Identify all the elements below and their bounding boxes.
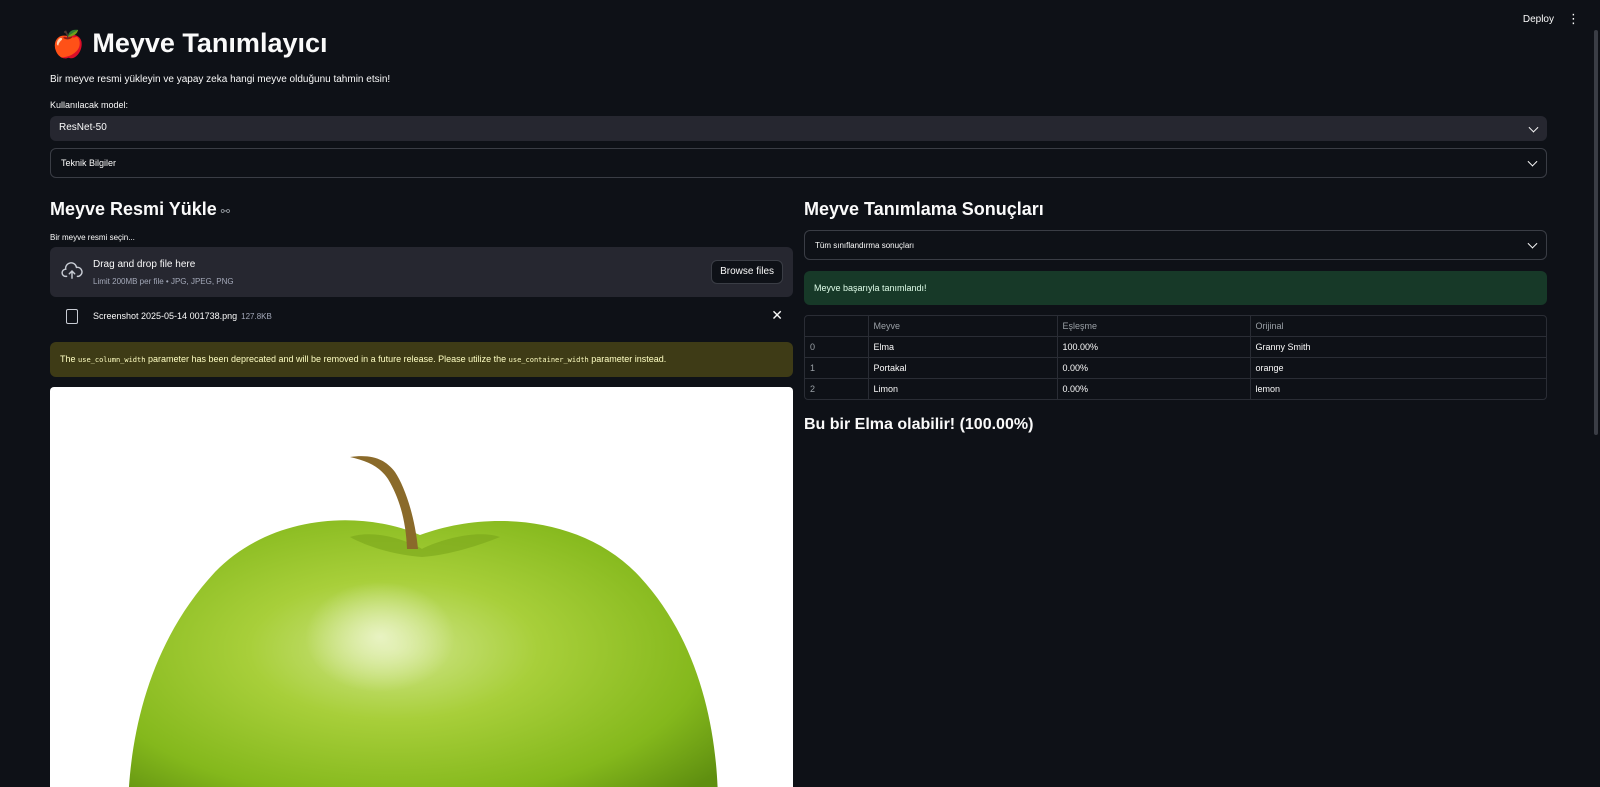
cell-match[interactable]: 0.00%	[1057, 357, 1251, 379]
app-title: Meyve Tanımlayıcı	[92, 28, 328, 58]
results-heading: Meyve Tanımlama Sonuçları	[804, 199, 1044, 219]
model-select[interactable]: ResNet-50	[50, 116, 1547, 141]
dropzone-limit: Limit 200MB per file • JPG, JPEG, PNG	[93, 277, 234, 286]
column-header-fruit[interactable]: Meyve	[868, 316, 1058, 337]
results-table[interactable]: Meyve Eşleşme Orijinal 0 Elma 100.00% Gr…	[804, 315, 1547, 400]
warning-text-end: parameter instead.	[588, 354, 667, 364]
upload-heading-text: Meyve Resmi Yükle	[50, 199, 217, 219]
cell-original[interactable]: lemon	[1250, 379, 1546, 400]
all-results-expander[interactable]: Tüm sınıflandırma sonuçları	[804, 230, 1547, 260]
deploy-button[interactable]: Deploy	[1517, 12, 1560, 27]
uploaded-file-name: Screenshot 2025-05-14 001738.png	[93, 311, 238, 321]
chevron-down-icon	[1527, 156, 1538, 167]
cell-match[interactable]: 100.00%	[1057, 336, 1251, 358]
tech-info-label: Teknik Bilgiler	[61, 158, 117, 168]
all-results-label: Tüm sınıflandırma sonuçları	[815, 241, 915, 250]
column-header-original[interactable]: Orijinal	[1250, 316, 1546, 337]
tech-info-expander[interactable]: Teknik Bilgiler	[50, 148, 1547, 178]
cell-fruit[interactable]: Limon	[868, 378, 1058, 399]
apple-emoji-icon: 🍎	[52, 28, 85, 59]
row-index[interactable]: 0	[805, 336, 869, 358]
warning-code-old-param: use_column_width	[78, 356, 146, 364]
deprecation-warning: The use_column_width parameter has been …	[50, 342, 793, 377]
success-alert: Meyve başarıyla tanımlandı!	[804, 271, 1547, 305]
table-row: 2 Limon 0.00% lemon	[805, 378, 1546, 400]
warning-text-start: The	[60, 354, 79, 364]
table-row: 0 Elma 100.00% Granny Smith	[805, 336, 1546, 358]
success-text: Meyve başarıyla tanımlandı!	[814, 283, 927, 293]
remove-file-icon[interactable]: ✕	[771, 307, 783, 324]
main-menu-icon[interactable]: ⋮	[1567, 12, 1580, 26]
page-scrollbar[interactable]	[1594, 30, 1598, 435]
column-header-match[interactable]: Eşleşme	[1057, 316, 1251, 337]
cell-original[interactable]: orange	[1250, 357, 1546, 379]
uploaded-file-size: 127.8KB	[241, 312, 272, 321]
uploaded-fruit-image	[50, 387, 793, 787]
chevron-down-icon	[1528, 122, 1539, 133]
cell-original[interactable]: Granny Smith	[1250, 336, 1546, 358]
prediction-verdict: Bu bir Elma olabilir! (100.00%)	[804, 416, 1034, 433]
row-index[interactable]: 2	[805, 378, 869, 399]
uploader-label: Bir meyve resmi seçin...	[50, 233, 135, 242]
table-row: 1 Portakal 0.00% orange	[805, 357, 1546, 379]
uploaded-file-info: Screenshot 2025-05-14 001738.png 127.8KB	[93, 311, 272, 321]
model-select-label: Kullanılacak model:	[50, 100, 129, 110]
page-title: 🍎 Meyve Tanımlayıcı	[52, 28, 328, 59]
cell-match[interactable]: 0.00%	[1057, 378, 1251, 399]
file-icon	[66, 309, 78, 324]
warning-text-middle: parameter has been deprecated and will b…	[145, 354, 509, 364]
model-select-value: ResNet-50	[59, 122, 107, 133]
uploaded-file-row: Screenshot 2025-05-14 001738.png 127.8KB …	[50, 305, 793, 329]
cloud-upload-icon	[61, 262, 83, 279]
cell-fruit[interactable]: Elma	[868, 336, 1058, 358]
row-index[interactable]: 1	[805, 357, 869, 379]
column-header-index[interactable]	[805, 316, 869, 337]
table-header-row: Meyve Eşleşme Orijinal	[805, 316, 1546, 337]
warning-code-new-param: use_container_width	[508, 356, 589, 364]
app-subtitle: Bir meyve resmi yükleyin ve yapay zeka h…	[50, 74, 391, 85]
warning-text: The use_column_width parameter has been …	[60, 354, 666, 364]
link-icon[interactable]: ⚯	[221, 206, 230, 218]
upload-heading: Meyve Resmi Yükle ⚯	[50, 199, 230, 220]
file-dropzone[interactable]: Drag and drop file here Limit 200MB per …	[50, 247, 793, 297]
dropzone-title: Drag and drop file here	[93, 259, 196, 270]
cell-fruit[interactable]: Portakal	[868, 357, 1058, 379]
green-apple-image	[129, 456, 718, 787]
chevron-down-icon	[1527, 238, 1538, 249]
browse-files-button[interactable]: Browse files	[711, 260, 783, 284]
